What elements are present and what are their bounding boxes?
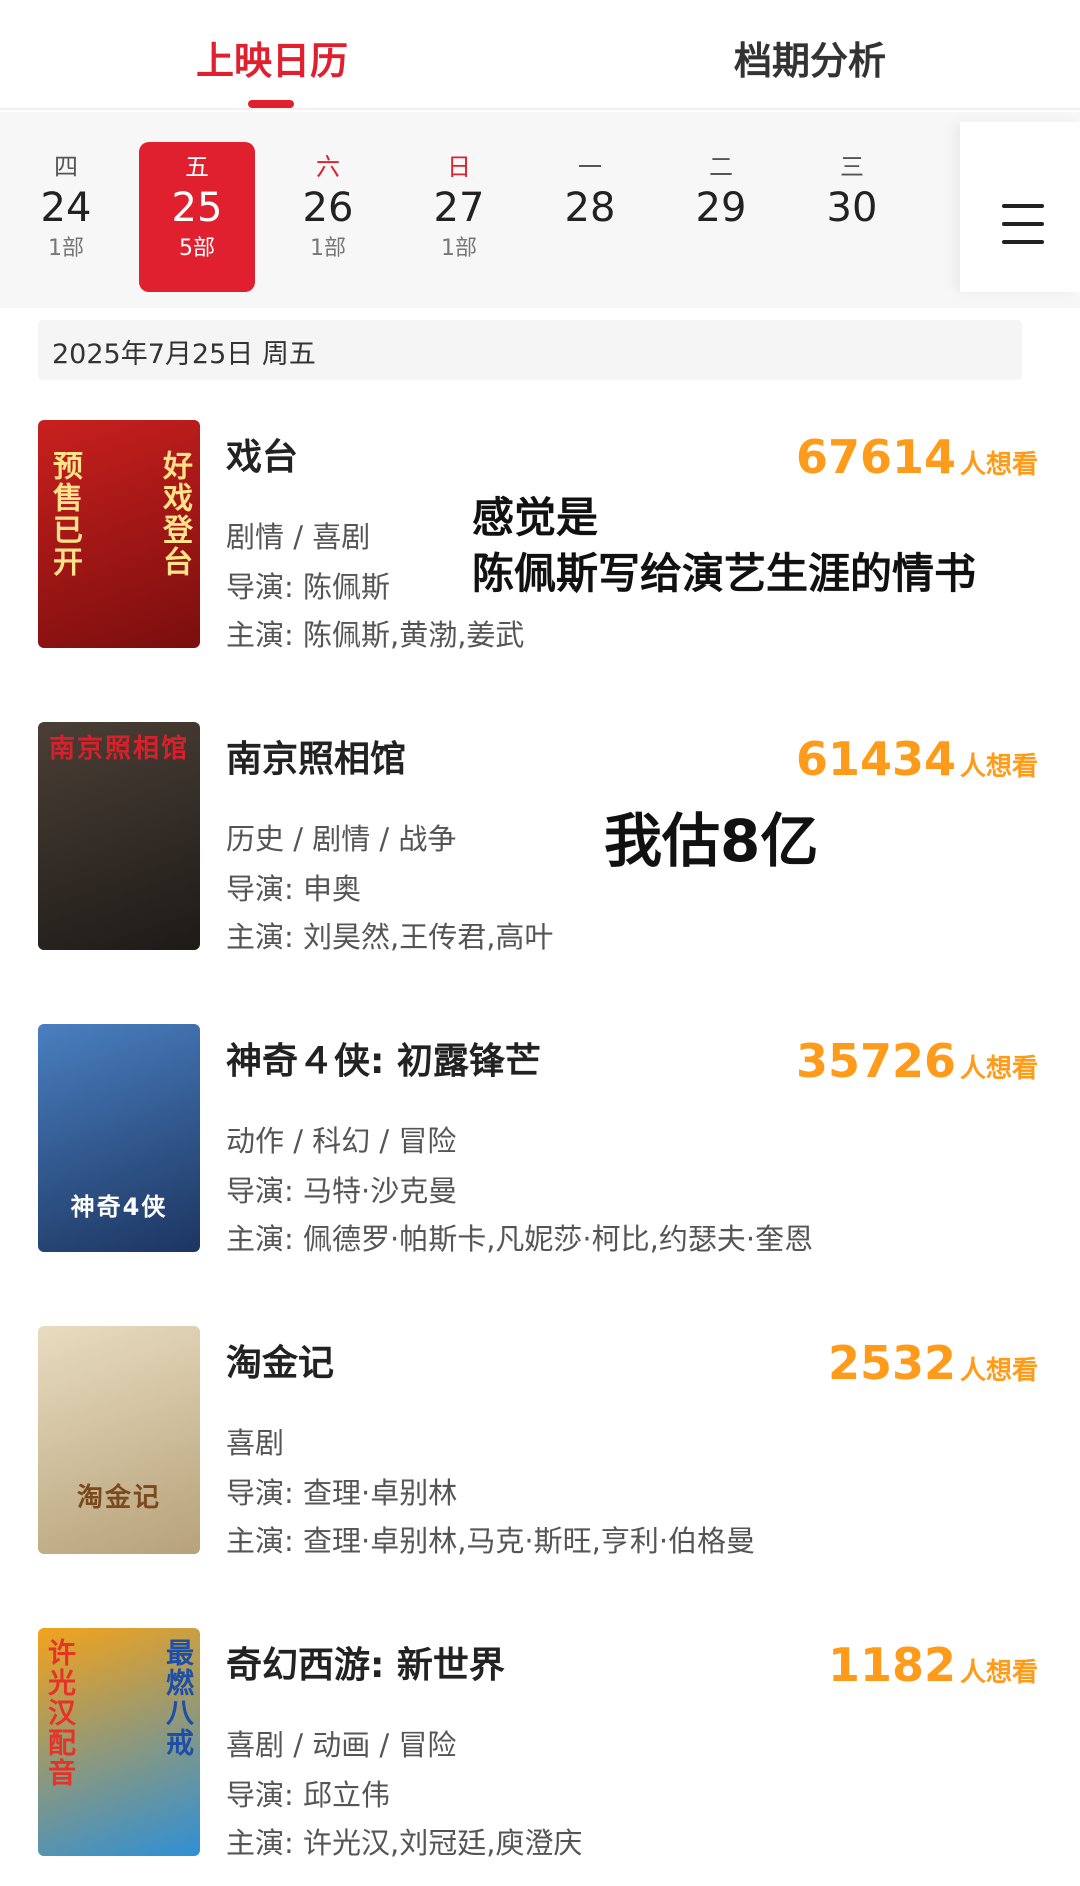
poster-caption: 南京照相馆 <box>48 734 189 764</box>
overlay-caption-line1: 感觉是 <box>472 493 599 542</box>
movie-director: 导演: 马特·沙克曼 <box>226 1174 458 1208</box>
movie-genre: 历史 / 剧情 / 战争 <box>226 822 457 856</box>
day-number: 24 <box>40 185 92 231</box>
movie-title[interactable]: 奇幻西游: 新世界 <box>226 1636 505 1688</box>
date-item-26[interactable]: 六 26 1部 <box>270 142 386 292</box>
want-to-see-count: 61434 人想看 <box>795 732 1038 786</box>
movie-director: 导演: 申奥 <box>226 872 361 906</box>
day-number: 29 <box>695 185 747 231</box>
weekday-label: 五 <box>185 153 209 181</box>
date-item-27[interactable]: 日 27 1部 <box>401 142 517 292</box>
release-count <box>663 234 779 264</box>
movie-director: 导演: 邱立伟 <box>226 1778 390 1812</box>
movie-item-gold-rush[interactable]: 淘金记 淘金记 2532 人想看 喜剧 导演: 查理·卓别林 主演: 查理·卓别林… <box>0 1326 1080 1566</box>
tab-release-calendar[interactable]: 上映日历 <box>196 30 348 85</box>
poster-caption: 神奇4侠 <box>70 1193 168 1221</box>
movie-genre: 动作 / 科幻 / 冒险 <box>226 1124 457 1158</box>
movie-poster[interactable]: 预售已开 好戏登台 <box>38 420 200 648</box>
movie-genre: 剧情 / 喜剧 <box>226 520 371 554</box>
weekday-label: 四 <box>54 153 78 181</box>
date-item-25[interactable]: 五 25 5部 <box>139 142 255 292</box>
day-number: 26 <box>302 185 354 231</box>
date-strip: 四 24 1部 五 25 5部 六 26 1部 日 27 1部 一 28 二 2… <box>0 112 1080 308</box>
movie-poster[interactable]: 神奇4侠 <box>38 1024 200 1252</box>
want-to-see-count: 1182 人想看 <box>827 1638 1038 1692</box>
weekday-label: 三 <box>840 153 864 181</box>
release-count: 1部 <box>310 236 346 261</box>
movie-cast: 主演: 刘昊然,王传君,高叶 <box>226 920 554 954</box>
poster-caption: 预售已开 <box>47 450 82 578</box>
movie-poster[interactable]: 淘金记 <box>38 1326 200 1554</box>
release-count: 5部 <box>179 236 215 261</box>
overlay-caption-estimate: 我估8亿 <box>604 807 819 875</box>
movie-genre: 喜剧 / 动画 / 冒险 <box>226 1728 457 1762</box>
movie-director: 导演: 陈佩斯 <box>226 570 390 604</box>
overlay-caption-line2: 陈佩斯写给演艺生涯的情书 <box>472 549 977 598</box>
weekday-label: 二 <box>709 153 733 181</box>
date-item-28[interactable]: 一 28 <box>532 142 648 292</box>
want-to-see-count: 2532 人想看 <box>827 1336 1038 1390</box>
movie-director: 导演: 查理·卓别林 <box>226 1476 458 1510</box>
weekday-label: 六 <box>316 153 340 181</box>
release-count: 1部 <box>48 236 84 261</box>
weekday-label: 一 <box>578 153 602 181</box>
tab-schedule-analysis[interactable]: 档期分析 <box>734 30 886 85</box>
movie-title[interactable]: 神奇４侠: 初露锋芒 <box>226 1032 541 1084</box>
want-to-see-count: 35726 人想看 <box>795 1034 1038 1088</box>
movie-poster[interactable]: 南京照相馆 <box>38 722 200 950</box>
release-count: 1部 <box>441 236 477 261</box>
weekday-label: 日 <box>447 153 471 181</box>
want-to-see-count: 67614 人想看 <box>795 430 1038 484</box>
movie-cast: 主演: 许光汉,刘冠廷,庾澄庆 <box>226 1826 583 1860</box>
menu-icon[interactable] <box>960 122 1080 292</box>
movie-item-nanjing-photo-studio[interactable]: 南京照相馆 南京照相馆 61434 人想看 历史 / 剧情 / 战争 导演: 申奥… <box>0 722 1080 962</box>
day-number: 25 <box>171 185 223 231</box>
movie-poster[interactable]: 许光汉配音 最燃八戒 <box>38 1628 200 1856</box>
movie-cast: 主演: 佩德罗·帕斯卡,凡妮莎·柯比,约瑟夫·奎恩 <box>226 1222 814 1256</box>
movie-title[interactable]: 南京照相馆 <box>226 730 406 782</box>
movie-genre: 喜剧 <box>226 1426 285 1460</box>
date-item-24[interactable]: 四 24 1部 <box>8 142 124 292</box>
day-number: 27 <box>433 185 485 231</box>
movie-title[interactable]: 戏台 <box>226 428 298 480</box>
day-number: 30 <box>826 185 878 231</box>
selected-date-header: 2025年7月25日 周五 <box>38 320 1022 380</box>
active-tab-indicator <box>248 100 294 108</box>
movie-title[interactable]: 淘金记 <box>226 1334 334 1386</box>
top-tab-bar: 上映日历 档期分析 <box>0 0 1080 110</box>
movie-item-fantastic-four[interactable]: 神奇4侠 神奇４侠: 初露锋芒 35726 人想看 动作 / 科幻 / 冒险 导演… <box>0 1024 1080 1264</box>
poster-caption: 淘金记 <box>76 1483 161 1513</box>
release-count <box>532 234 648 264</box>
poster-caption: 最燃八戒 <box>162 1638 195 1758</box>
movie-cast: 主演: 查理·卓别林,马克·斯旺,亨利·伯格曼 <box>226 1524 756 1558</box>
movie-item-fantasy-westward[interactable]: 许光汉配音 最燃八戒 奇幻西游: 新世界 1182 人想看 喜剧 / 动画 / 冒… <box>0 1628 1080 1868</box>
movie-cast: 主演: 陈佩斯,黄渤,姜武 <box>226 618 525 652</box>
release-count <box>794 234 910 264</box>
poster-caption: 许光汉配音 <box>44 1638 77 1788</box>
day-number: 28 <box>564 185 616 231</box>
date-item-30[interactable]: 三 30 <box>794 142 910 292</box>
poster-caption: 好戏登台 <box>157 450 192 578</box>
selected-date-label: 2025年7月25日 周五 <box>52 339 316 370</box>
date-item-29[interactable]: 二 29 <box>663 142 779 292</box>
